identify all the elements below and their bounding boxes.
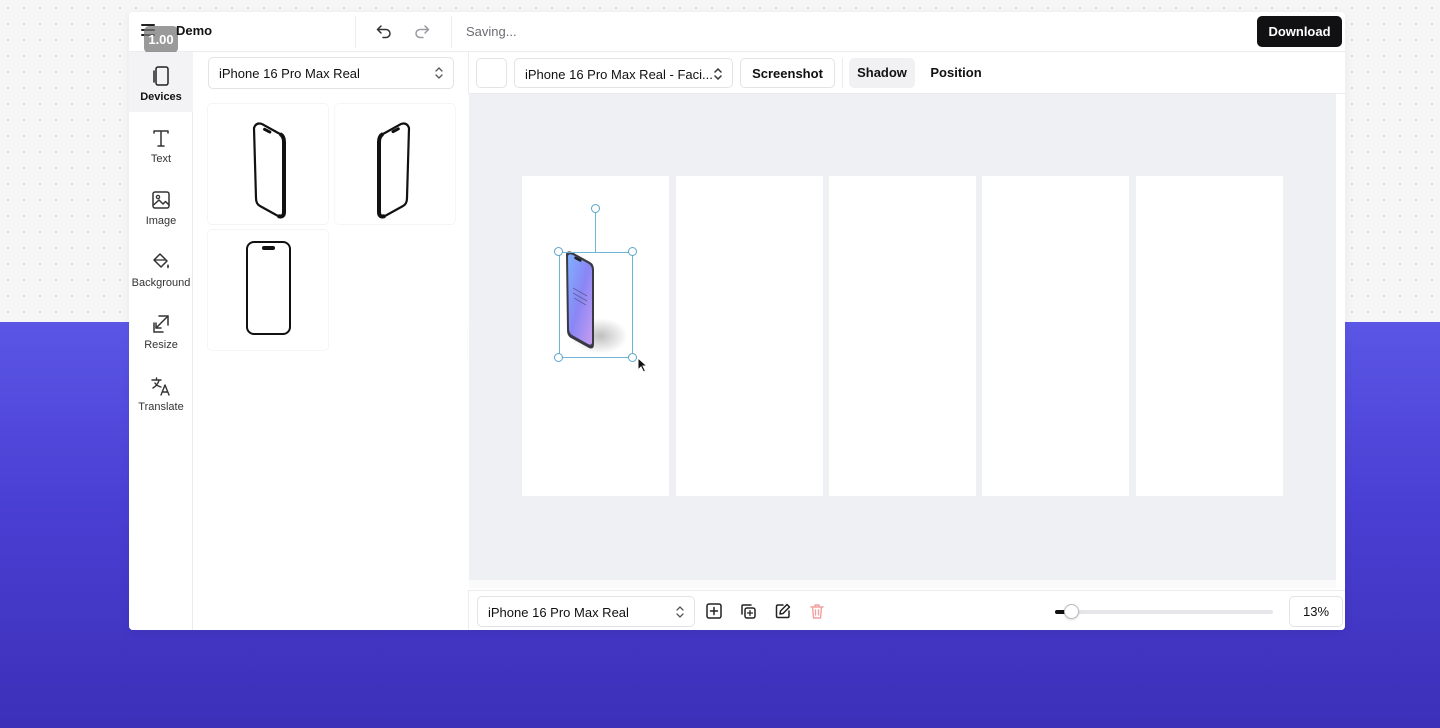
rail-label: Text — [150, 153, 172, 165]
devices-panel: iPhone 16 Pro Max Real — [194, 52, 468, 630]
device-tile[interactable] — [208, 230, 328, 350]
divider — [355, 16, 356, 48]
element-toolbar: iPhone 16 Pro Max Real - Faci... Screens… — [468, 52, 1345, 94]
rail-item-resize[interactable]: Resize — [129, 300, 193, 360]
trash-icon[interactable] — [808, 602, 826, 620]
tool-rail: Devices Text Image Background Resize Tra… — [129, 52, 193, 630]
device-model-select[interactable]: iPhone 16 Pro Max Real — [208, 57, 454, 89]
edit-icon[interactable] — [774, 602, 792, 620]
resize-handle-bottom-left[interactable] — [554, 353, 563, 362]
canvas[interactable] — [469, 94, 1336, 580]
zoom-level[interactable]: 13% — [1289, 596, 1343, 627]
top-bar: 1.00 Demo Saving... Download — [129, 12, 1345, 53]
duplicate-icon[interactable] — [739, 602, 757, 620]
shadow-button[interactable]: Shadow — [849, 58, 915, 88]
device-icon — [153, 66, 169, 86]
rail-item-text[interactable]: Text — [129, 114, 193, 174]
rail-item-devices[interactable]: Devices — [129, 52, 193, 112]
resize-icon — [153, 315, 169, 333]
editor-window: 1.00 Demo Saving... Download Devices Tex… — [129, 12, 1345, 630]
chevron-up-down-icon — [435, 67, 443, 79]
device-tile[interactable] — [208, 104, 328, 224]
rail-item-background[interactable]: Background — [129, 238, 193, 298]
rail-label: Devices — [140, 91, 182, 103]
resize-handle-top-left[interactable] — [554, 247, 563, 256]
translate-icon — [151, 377, 170, 396]
device-model-value: iPhone 16 Pro Max Real — [219, 66, 360, 81]
canvas-scrollbar[interactable] — [469, 580, 1336, 588]
mouse-cursor-icon — [637, 357, 649, 373]
device-tile[interactable] — [335, 104, 455, 224]
rail-label: Resize — [144, 339, 178, 351]
screenshot-frame[interactable] — [676, 176, 823, 496]
color-swatch[interactable] — [476, 58, 507, 88]
zoom-slider-thumb[interactable] — [1064, 604, 1079, 619]
resize-handle-top-right[interactable] — [628, 247, 637, 256]
phone-front-icon — [246, 241, 291, 335]
text-icon — [153, 130, 169, 147]
divider — [451, 16, 452, 48]
screenshot-frame[interactable] — [1136, 176, 1283, 496]
device-style-select[interactable]: iPhone 16 Pro Max Real - Faci... — [514, 58, 733, 88]
phone-tilted-left-icon — [252, 122, 286, 219]
position-button[interactable]: Position — [923, 58, 989, 88]
rail-item-image[interactable]: Image — [129, 176, 193, 236]
chevron-up-down-icon — [714, 67, 722, 81]
zoom-slider[interactable] — [1055, 604, 1273, 619]
bottom-bar: iPhone 16 Pro Max Real 13% — [468, 590, 1345, 630]
project-name[interactable]: Demo — [176, 23, 212, 38]
rail-label: Background — [131, 277, 191, 289]
selection-box[interactable] — [559, 252, 633, 358]
save-status: Saving... — [466, 24, 517, 39]
rotation-line — [595, 212, 596, 252]
chevron-up-down-icon — [676, 606, 684, 618]
version-badge: 1.00 — [144, 26, 178, 53]
resize-handle-bottom-right[interactable] — [628, 353, 637, 362]
screenshot-frame[interactable] — [829, 176, 976, 496]
page-device-select[interactable]: iPhone 16 Pro Max Real — [477, 596, 695, 627]
divider — [842, 58, 843, 88]
page-device-value: iPhone 16 Pro Max Real — [488, 605, 629, 620]
phone-tilted-right-icon — [377, 122, 411, 219]
undo-icon[interactable] — [375, 22, 393, 40]
add-frame-icon[interactable] — [705, 602, 723, 620]
rail-label: Image — [145, 215, 177, 227]
download-button[interactable]: Download — [1257, 16, 1342, 47]
redo-icon[interactable] — [413, 22, 431, 40]
image-icon — [152, 191, 170, 209]
screenshot-button[interactable]: Screenshot — [740, 58, 835, 88]
screenshot-frame[interactable] — [982, 176, 1129, 496]
rotate-handle[interactable] — [591, 204, 600, 213]
rail-label: Translate — [138, 401, 184, 413]
rail-item-translate[interactable]: Translate — [129, 362, 193, 422]
device-style-value: iPhone 16 Pro Max Real - Faci... — [525, 67, 713, 82]
paint-bucket-icon — [153, 253, 169, 269]
